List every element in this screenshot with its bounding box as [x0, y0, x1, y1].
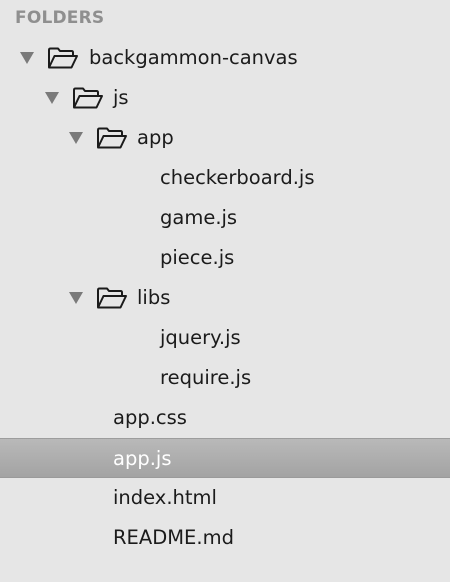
tree-row-checkerboard-js[interactable]: checkerboard.js	[0, 158, 450, 198]
folder-open-icon	[73, 87, 103, 109]
tree-row-label: piece.js	[160, 246, 235, 269]
tree-row-label: app.js	[113, 447, 172, 470]
tree-row-libs[interactable]: libs	[0, 278, 450, 318]
tree-row-readme-md[interactable]: README.md	[0, 518, 450, 558]
tree-row-app-js[interactable]: app.js	[0, 438, 450, 478]
tree-row-backgammon-canvas[interactable]: backgammon-canvas	[0, 38, 450, 78]
tree-row-label: app	[137, 126, 174, 149]
disclosure-triangle-down-icon[interactable]	[20, 52, 34, 64]
folders-header: FOLDERS	[15, 8, 105, 28]
tree-row-label: app.css	[113, 406, 187, 429]
tree-row-index-html[interactable]: index.html	[0, 478, 450, 518]
tree-row-label: jquery.js	[160, 326, 241, 349]
tree-row-label: game.js	[160, 206, 238, 229]
tree-row-require-js[interactable]: require.js	[0, 358, 450, 398]
tree-row-js[interactable]: js	[0, 78, 450, 118]
folder-open-icon	[97, 287, 127, 309]
disclosure-triangle-down-icon[interactable]	[69, 292, 83, 304]
disclosure-triangle-down-icon[interactable]	[45, 92, 59, 104]
folder-sidebar: FOLDERS backgammon-canvas js app checker…	[0, 0, 450, 582]
tree-row-label: index.html	[113, 486, 217, 509]
tree-row-app-css[interactable]: app.css	[0, 398, 450, 438]
tree-row-label: backgammon-canvas	[89, 46, 298, 69]
folder-open-icon	[97, 127, 127, 149]
tree-row-label: libs	[137, 286, 171, 309]
disclosure-triangle-down-icon[interactable]	[69, 132, 83, 144]
tree-row-label: checkerboard.js	[160, 166, 315, 189]
tree-row-piece-js[interactable]: piece.js	[0, 238, 450, 278]
tree-row-game-js[interactable]: game.js	[0, 198, 450, 238]
tree-row-jquery-js[interactable]: jquery.js	[0, 318, 450, 358]
tree-row-label: README.md	[113, 526, 234, 549]
folder-open-icon	[48, 47, 78, 69]
tree-row-app[interactable]: app	[0, 118, 450, 158]
tree-row-label: js	[113, 86, 129, 109]
tree-row-label: require.js	[160, 366, 252, 389]
